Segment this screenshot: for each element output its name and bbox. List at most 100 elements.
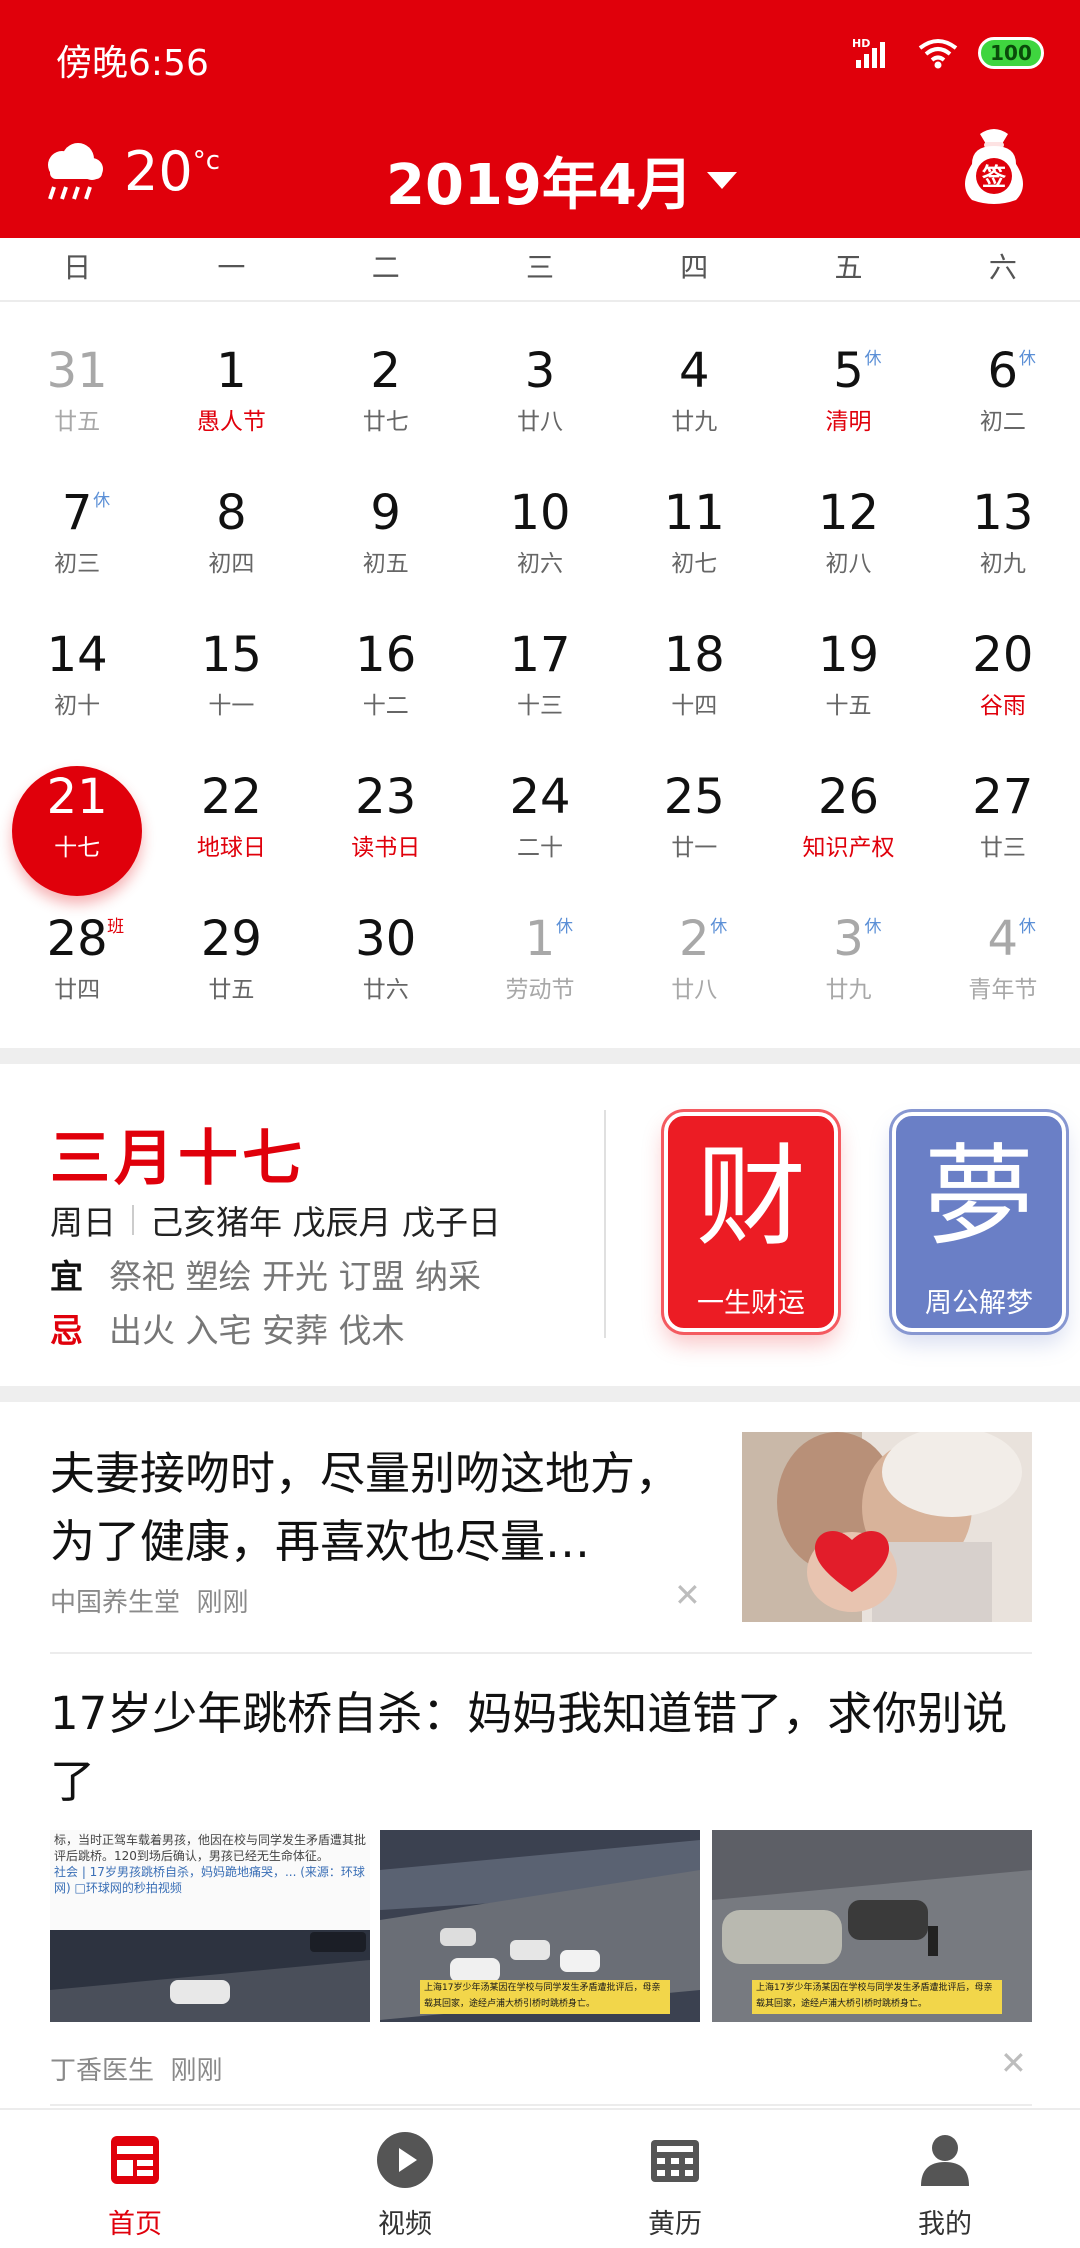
bridge-photo: 上海17岁少年汤某因在学校与同学发生矛盾遭批评后，母亲载其回家，途经卢浦大桥引桥… (380, 1830, 700, 2022)
traffic-photo: 上海17岁少年汤某因在学校与同学发生矛盾遭批评后，母亲载其回家，途经卢浦大桥引桥… (712, 1830, 1032, 2022)
calendar-day[interactable]: 4 青年节 休 (926, 870, 1080, 1012)
calendar-day[interactable]: 4 廿九 (617, 302, 771, 444)
news-thumbnail[interactable]: 上海17岁少年汤某因在学校与同学发生矛盾遭批评后，母亲载其回家，途经卢浦大桥引桥… (712, 1830, 1032, 2022)
day-number: 16 (355, 627, 417, 683)
calendar-day[interactable]: 10 初六 (463, 444, 617, 586)
calendar-day[interactable]: 27 廿三 (926, 728, 1080, 870)
calendar-day[interactable]: 17 十三 (463, 586, 617, 728)
calendar-day[interactable]: 28 廿四 班 (0, 870, 154, 1012)
dream-card[interactable]: 夢 周公解梦 (892, 1112, 1066, 1332)
day-number: 2 (678, 911, 710, 967)
lunar-label: 廿八 (671, 977, 718, 1003)
thumb-article-text: 标，当时正驾车载着男孩，他因在校与同学发生矛盾遭其批评后跳桥。120到场后确认，… (54, 1833, 366, 1863)
calendar-day[interactable]: 6 初二 休 (926, 302, 1080, 444)
day-number: 4 (678, 343, 710, 399)
lunar-label: 廿九 (671, 409, 718, 435)
dream-caption: 周公解梦 (925, 1288, 1033, 1319)
lunar-label: 初九 (979, 551, 1026, 577)
lunar-label: 十三 (516, 693, 563, 719)
day-number: 25 (663, 769, 725, 825)
calendar-day[interactable]: 25 廿一 (617, 728, 771, 870)
news-meta: 中国养生堂 刚刚 (50, 1582, 249, 1619)
day-number: 28 (46, 911, 108, 967)
calendar-day[interactable]: 26 知识产权 (771, 728, 925, 870)
month-title: 2019年4月 (386, 153, 693, 218)
lunar-label: 十七 (54, 835, 101, 861)
calendar-day[interactable]: 2 廿七 (309, 302, 463, 444)
lunar-label: 愚人节 (196, 409, 266, 435)
day-number: 24 (509, 769, 571, 825)
calendar-day[interactable]: 8 初四 (154, 444, 308, 586)
calendar-day[interactable]: 23 读书日 (309, 728, 463, 870)
close-icon[interactable]: ✕ (674, 1576, 701, 1614)
calendar-day[interactable]: 29 廿五 (154, 870, 308, 1012)
calendar-day[interactable]: 24 二十 (463, 728, 617, 870)
close-icon[interactable]: ✕ (1000, 2044, 1027, 2082)
day-number: 30 (355, 911, 417, 967)
calendar-day[interactable]: 20 谷雨 (926, 586, 1080, 728)
day-number: 17 (509, 627, 571, 683)
day-number: 26 (818, 769, 880, 825)
calendar-day[interactable]: 3 廿八 (463, 302, 617, 444)
calendar-day[interactable]: 30 廿六 (309, 870, 463, 1012)
weekday-header: 日 一 二 三 四 五 六 (0, 238, 1080, 302)
news-thumbnail[interactable]: 上海17岁少年汤某因在学校与同学发生矛盾遭批评后，母亲载其回家，途经卢浦大桥引桥… (380, 1830, 700, 2022)
calendar-day[interactable]: 2 廿八 休 (617, 870, 771, 1012)
lunar-label: 廿一 (671, 835, 718, 861)
fortune-card[interactable]: 财 一生财运 (664, 1112, 838, 1332)
almanac-icon (651, 2140, 699, 2182)
nav-almanac[interactable]: 黄历 (540, 2110, 810, 2248)
calendar-day[interactable]: 12 初八 (771, 444, 925, 586)
weather-widget[interactable]: 20°c (40, 140, 220, 203)
nav-label: 我的 (918, 2209, 972, 2240)
day-number: 13 (972, 485, 1034, 541)
lunar-label: 廿六 (362, 977, 409, 1003)
nav-home[interactable]: 首页 (0, 2110, 270, 2248)
lunar-label: 十一 (208, 693, 255, 719)
day-number: 9 (370, 485, 401, 541)
almanac-panel[interactable]: 三月十七 周日 己亥猪年 戊辰月 戊子日 宜祭祀 塑绘 开光 订盟 纳采 忌出火… (0, 1064, 1080, 1386)
calendar-day[interactable]: 3 廿九 休 (771, 870, 925, 1012)
calendar-day[interactable]: 1 愚人节 (154, 302, 308, 444)
news-title[interactable]: 夫妻接吻时，尽量别吻这地方，为了健康，再喜欢也尽量… (50, 1440, 720, 1576)
weekday-label: 二 (371, 251, 400, 284)
calendar-day[interactable]: 13 初九 (926, 444, 1080, 586)
news-image[interactable] (742, 1432, 1032, 1622)
day-number: 21 (46, 769, 108, 825)
lunar-label: 廿九 (825, 977, 872, 1003)
calendar-day[interactable]: 16 十二 (309, 586, 463, 728)
calendar-day[interactable]: 7 初三 休 (0, 444, 154, 586)
holiday-badge: 休 (555, 917, 573, 937)
lunar-label: 读书日 (351, 835, 421, 861)
news-source: 中国养生堂 (50, 1588, 181, 1618)
lunar-label: 初六 (516, 551, 563, 577)
nav-video[interactable]: 视频 (270, 2110, 540, 2248)
calendar-day[interactable]: 19 十五 (771, 586, 925, 728)
weekday-label: 日 (63, 251, 92, 284)
dream-char: 夢 (924, 1133, 1034, 1261)
calendar-day[interactable]: 1 劳动节 休 (463, 870, 617, 1012)
news-thumbnail[interactable]: 标，当时正驾车载着男孩，他因在校与同学发生矛盾遭其批评后跳桥。120到场后确认，… (50, 1830, 370, 2022)
header: 傍晚6:56 HD 100 20°c 2019年4月 签 (0, 0, 1080, 238)
month-selector[interactable]: 2019年4月 (386, 140, 737, 221)
lunar-label: 十四 (671, 693, 718, 719)
calendar-day[interactable]: 15 十一 (154, 586, 308, 728)
nav-mine[interactable]: 我的 (810, 2110, 1080, 2248)
news-title[interactable]: 17岁少年跳桥自杀：妈妈我知道错了，求你别说了 (50, 1680, 1032, 1816)
weekday-label: 五 (834, 251, 863, 284)
calendar-day[interactable]: 31 廿五 (0, 302, 154, 444)
calendar-day[interactable]: 14 初十 (0, 586, 154, 728)
holiday-badge: 休 (1018, 917, 1036, 937)
fortune-bag-icon[interactable]: 签 (958, 124, 1030, 206)
calendar-day[interactable]: 5 清明 休 (771, 302, 925, 444)
calendar-day[interactable]: 11 初七 (617, 444, 771, 586)
play-icon (377, 2132, 433, 2188)
calendar-day-today[interactable]: 21 十七 (0, 728, 154, 896)
vertical-divider (604, 1110, 606, 1338)
day-number: 1 (216, 343, 247, 399)
calendar-day[interactable]: 18 十四 (617, 586, 771, 728)
ji-label: 忌 (50, 1311, 83, 1350)
news-meta: 丁香医生 刚刚 (50, 2050, 223, 2087)
calendar-day[interactable]: 22 地球日 (154, 728, 308, 870)
calendar-day[interactable]: 9 初五 (309, 444, 463, 586)
